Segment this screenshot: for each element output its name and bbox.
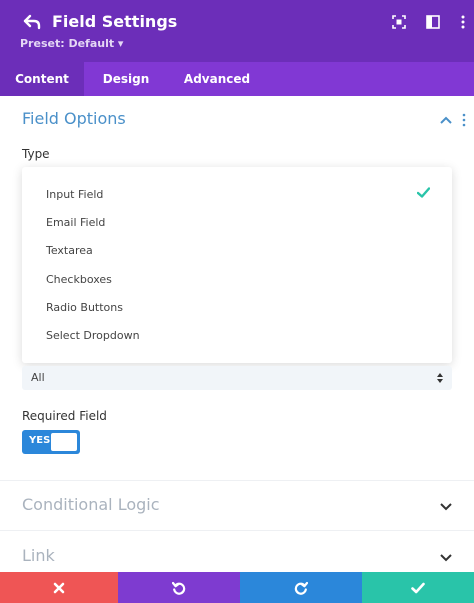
select-value: All (31, 371, 45, 384)
divider (0, 530, 474, 531)
required-field-label: Required Field (22, 409, 107, 423)
dropdown-option-select-dropdown[interactable]: Select Dropdown (46, 329, 140, 342)
tab-design[interactable]: Design (84, 62, 168, 96)
dropdown-option-input-field[interactable]: Input Field (46, 188, 103, 201)
redo-icon (294, 581, 308, 595)
type-label: Type (22, 147, 50, 161)
settings-header: Field Settings Preset: Default ▾ (0, 0, 474, 62)
toggle-label: YES (29, 435, 51, 446)
select-field[interactable]: All (22, 366, 452, 390)
undo-button[interactable] (118, 572, 240, 603)
dropdown-option-email-field[interactable]: Email Field (46, 216, 105, 229)
page-title: Field Settings (52, 12, 178, 31)
focus-icon[interactable] (391, 14, 407, 30)
close-icon (53, 582, 65, 593)
dropdown-option-checkboxes[interactable]: Checkboxes (46, 273, 112, 286)
type-dropdown-list: Input Field Email Field Textarea Checkbo… (22, 167, 452, 363)
chevron-up-icon[interactable] (440, 115, 452, 125)
section-title-conditional-logic[interactable]: Conditional Logic (22, 495, 160, 514)
section-title-link[interactable]: Link (22, 546, 55, 565)
section-title-field-options[interactable]: Field Options (22, 109, 126, 128)
required-field-toggle[interactable]: YES (22, 430, 80, 454)
check-icon (411, 582, 425, 593)
preset-selector[interactable]: Preset: Default ▾ (20, 37, 123, 50)
discard-button[interactable] (0, 572, 118, 603)
section-menu-icon[interactable] (460, 113, 468, 127)
dropdown-option-textarea[interactable]: Textarea (46, 244, 93, 257)
tab-advanced[interactable]: Advanced (168, 62, 266, 96)
chevron-down-icon[interactable] (440, 552, 452, 562)
tab-content[interactable]: Content (0, 62, 84, 96)
dropdown-option-radio-buttons[interactable]: Radio Buttons (46, 301, 123, 314)
select-arrows-icon (437, 373, 443, 383)
save-button[interactable] (362, 572, 474, 603)
undo-icon (172, 581, 186, 595)
divider (0, 480, 474, 481)
split-view-icon[interactable] (425, 14, 441, 30)
redo-button[interactable] (240, 572, 362, 603)
check-icon (417, 187, 430, 198)
toggle-knob (51, 433, 77, 451)
back-arrow-icon[interactable] (22, 12, 42, 32)
tab-bar: Content Design Advanced (0, 62, 474, 96)
chevron-down-icon[interactable] (440, 501, 452, 511)
more-icon[interactable] (455, 14, 471, 30)
